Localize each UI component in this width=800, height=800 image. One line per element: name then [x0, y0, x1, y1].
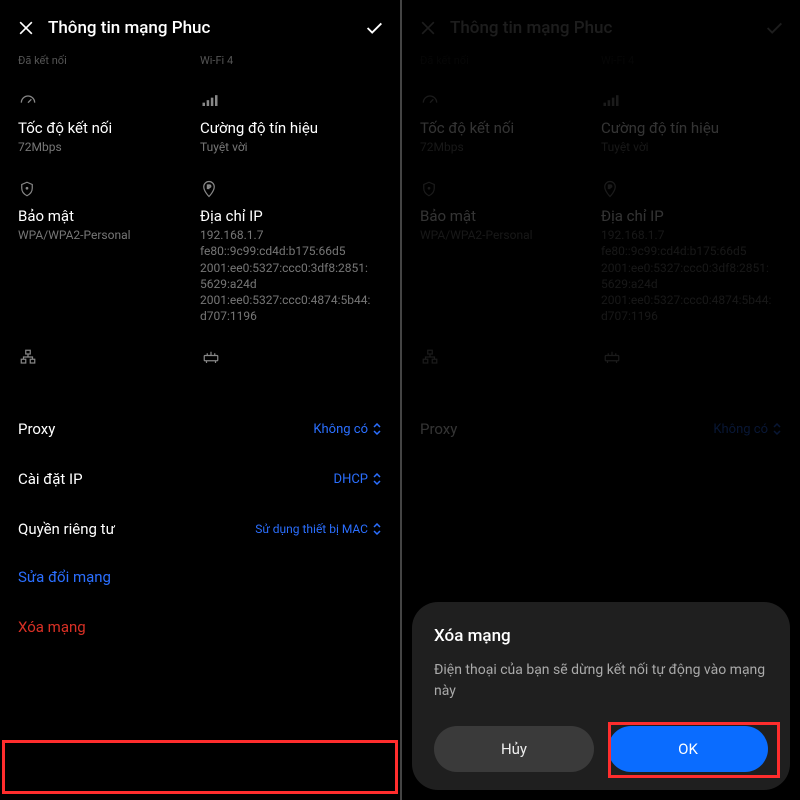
security-label: Bảo mật: [18, 207, 190, 225]
router-icon: [200, 348, 372, 370]
network-icon: [18, 348, 190, 370]
privacy-label: Quyền riêng tư: [18, 520, 115, 538]
speed-value: 72Mbps: [18, 139, 190, 155]
router-cell: [200, 348, 382, 376]
screenshot-left: Thông tin mạng Phuc Đã kết nối Wi-Fi 4 T…: [0, 0, 400, 800]
subnet-cell: [18, 348, 200, 376]
ip-settings-label: Cài đặt IP: [18, 470, 83, 488]
content: Đã kết nối Wi-Fi 4 Tốc độ kết nối 72Mbps…: [0, 56, 400, 654]
close-icon[interactable]: [12, 14, 40, 42]
speed-label: Tốc độ kết nối: [18, 119, 190, 137]
svg-text:IP: IP: [207, 184, 211, 190]
signal-label: Cường độ tín hiệu: [200, 119, 372, 137]
signal-icon: [200, 91, 372, 113]
cancel-button[interactable]: Hủy: [434, 726, 594, 772]
highlight-box: [2, 740, 398, 794]
security-cell: Bảo mật WPA/WPA2-Personal: [18, 179, 200, 324]
confirm-icon[interactable]: [360, 14, 388, 42]
modify-network-link[interactable]: Sửa đổi mạng: [18, 554, 382, 600]
proxy-label: Proxy: [18, 420, 55, 438]
ip-icon: IP: [200, 179, 372, 201]
updown-icon: [372, 473, 382, 485]
privacy-value: Sử dụng thiết bị MAC: [255, 522, 382, 536]
forget-network-dialog: Xóa mạng Điện thoại của bạn sẽ dừng kết …: [412, 602, 790, 790]
ip-cell: IP Địa chỉ IP 192.168.1.7 fe80::9c99:cd4…: [200, 179, 382, 324]
gauge-icon: [18, 91, 190, 113]
dialog-title: Xóa mạng: [434, 626, 768, 646]
signal-value: Tuyệt vời: [200, 139, 372, 155]
ip-value: 192.168.1.7 fe80::9c99:cd4d:b175:66d5 20…: [200, 227, 372, 324]
page-title: Thông tin mạng Phuc: [40, 18, 360, 38]
screenshot-right: Thông tin mạng Phuc Đã kết nối Wi-Fi 4 T…: [400, 0, 800, 800]
ip-label: Địa chỉ IP: [200, 207, 372, 225]
ok-button[interactable]: OK: [608, 726, 768, 772]
ip-settings-row[interactable]: Cài đặt IP DHCP: [18, 454, 382, 504]
speed-cell: Tốc độ kết nối 72Mbps: [18, 91, 200, 155]
privacy-row[interactable]: Quyền riêng tư Sử dụng thiết bị MAC: [18, 504, 382, 554]
ip-settings-value: DHCP: [334, 472, 382, 487]
header: Thông tin mạng Phuc: [0, 0, 400, 56]
proxy-row[interactable]: Proxy Không có: [18, 404, 382, 454]
forget-network-link[interactable]: Xóa mạng: [18, 600, 382, 654]
dialog-message: Điện thoại của bạn sẽ dừng kết nối tự độ…: [434, 660, 768, 702]
proxy-value: Không có: [313, 422, 382, 437]
signal-cell: Cường độ tín hiệu Tuyệt vời: [200, 91, 382, 155]
cutoff-text: Đã kết nối: [18, 54, 190, 67]
cutoff-text: Wi-Fi 4: [200, 54, 372, 67]
shield-icon: [18, 179, 190, 201]
updown-icon: [372, 523, 382, 535]
updown-icon: [372, 423, 382, 435]
security-value: WPA/WPA2-Personal: [18, 227, 190, 243]
